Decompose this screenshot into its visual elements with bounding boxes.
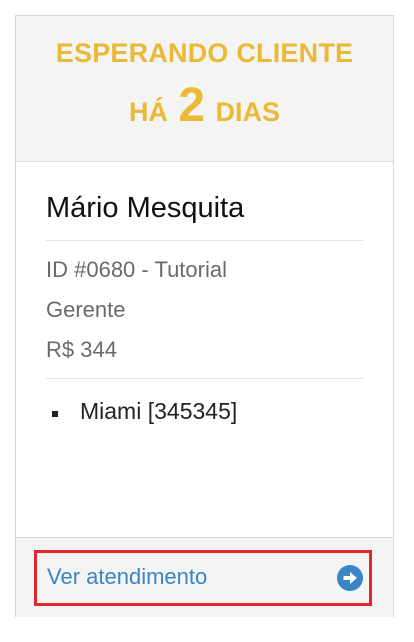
waiting-time: HÁ 2 DIAS: [16, 82, 393, 130]
circle-arrow-right-icon: [337, 565, 363, 591]
waiting-count: 2: [178, 79, 206, 132]
ticket-card: ESPERANDO CLIENTE HÁ 2 DIAS Mário Mesqui…: [15, 15, 394, 617]
list-item: Miami [345345]: [46, 398, 237, 425]
card-footer: Ver atendimento: [16, 537, 393, 617]
client-amount: R$ 344: [46, 337, 117, 362]
card-body: Mário Mesquita ID #0680 - Tutorial Geren…: [16, 162, 393, 537]
client-role: Gerente: [46, 297, 126, 322]
divider: [46, 378, 364, 379]
view-ticket-link[interactable]: Ver atendimento: [34, 550, 372, 606]
status-heading: ESPERANDO CLIENTE: [55, 38, 354, 68]
waiting-unit: DIAS: [215, 97, 281, 127]
divider: [46, 240, 364, 241]
waiting-prefix: HÁ: [128, 97, 168, 127]
card-header: ESPERANDO CLIENTE HÁ 2 DIAS: [16, 16, 393, 162]
client-id: ID #0680 - Tutorial: [46, 257, 227, 282]
location-list: Miami [345345]: [46, 398, 237, 425]
location-label: Miami [345345]: [80, 398, 238, 424]
view-ticket-label: Ver atendimento: [47, 564, 208, 589]
bullet-icon: [52, 411, 58, 417]
client-name: Mário Mesquita: [46, 192, 245, 224]
